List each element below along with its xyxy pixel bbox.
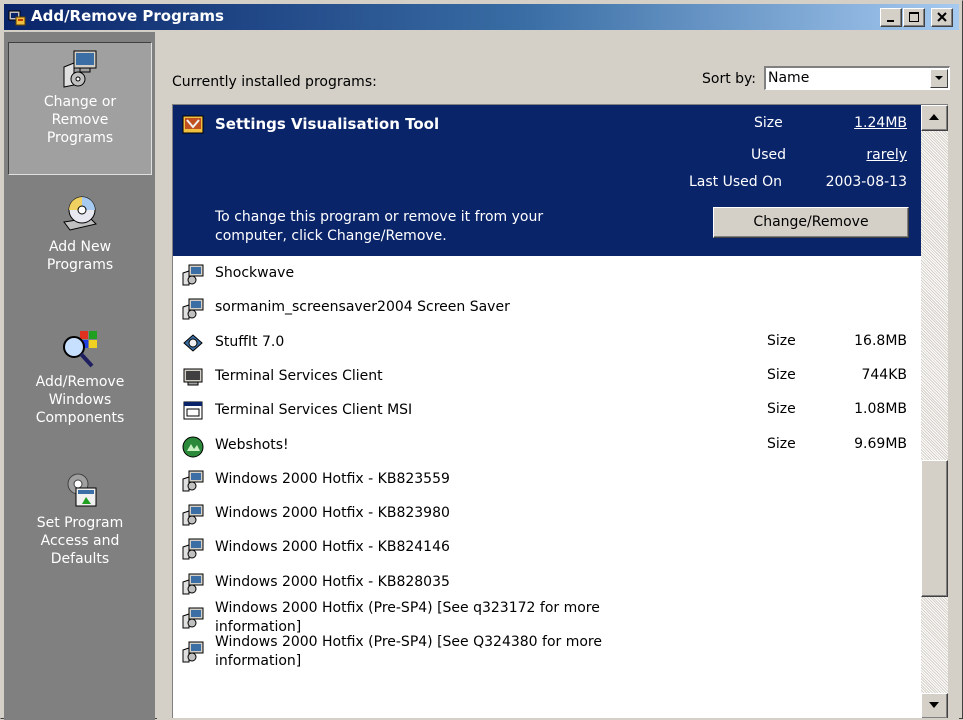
close-icon bbox=[937, 12, 947, 22]
settings-tool-icon bbox=[182, 115, 204, 139]
terminal-client-icon bbox=[182, 367, 204, 391]
vertical-scrollbar[interactable] bbox=[921, 105, 948, 718]
program-size-label: Size bbox=[767, 401, 796, 418]
program-size: 16.8MB bbox=[854, 332, 907, 349]
scrollbar-thumb[interactable] bbox=[921, 460, 948, 597]
window-icon bbox=[182, 401, 204, 425]
size-value-link[interactable]: 1.24MB bbox=[854, 115, 907, 131]
program-row[interactable]: sormanim_screensaver2004 Screen Saver bbox=[173, 290, 921, 324]
selected-program-name: Settings Visualisation Tool bbox=[215, 115, 440, 133]
change-remove-button[interactable]: Change/Remove bbox=[713, 207, 909, 238]
program-size: 744KB bbox=[861, 366, 907, 383]
program-row[interactable]: StuffIt 7.0 Size 16.8MB bbox=[173, 325, 921, 359]
sidebar-item-label: Set Program Access and Defaults bbox=[36, 515, 124, 567]
program-name: Terminal Services Client bbox=[215, 367, 383, 384]
windows-components-icon bbox=[63, 331, 97, 368]
change-remove-programs-icon bbox=[63, 50, 97, 88]
installer-icon bbox=[182, 573, 204, 599]
program-size-label: Size bbox=[767, 366, 796, 383]
installer-icon bbox=[182, 641, 204, 667]
program-size: 9.69MB bbox=[854, 435, 907, 452]
change-remove-description: To change this program or remove it from… bbox=[215, 209, 544, 244]
chevron-down-icon bbox=[935, 76, 943, 80]
program-name: sormanim_screensaver2004 Screen Saver bbox=[215, 299, 510, 316]
installer-icon bbox=[182, 538, 204, 564]
program-row[interactable]: Windows 2000 Hotfix - KB823980 bbox=[173, 496, 921, 530]
selected-program-row[interactable]: Settings Visualisation Tool Size 1.24MB … bbox=[173, 105, 921, 256]
sidebar-item-change-remove[interactable]: Change or Remove Programs bbox=[8, 42, 152, 175]
sidebar: Change or Remove Programs Add New Progra… bbox=[4, 32, 155, 720]
add-remove-programs-window: Add/Remove Programs Change or Remove Pro… bbox=[0, 0, 963, 720]
program-row[interactable]: Terminal Services Client MSI Size 1.08MB bbox=[173, 393, 921, 427]
program-row[interactable]: Windows 2000 Hotfix - KB824146 bbox=[173, 530, 921, 564]
maximize-icon bbox=[909, 12, 919, 22]
program-row[interactable]: Windows 2000 Hotfix (Pre-SP4) [See q3231… bbox=[173, 599, 921, 635]
used-value-link[interactable]: rarely bbox=[866, 147, 907, 163]
program-name: Windows 2000 Hotfix (Pre-SP4) [See Q3243… bbox=[215, 634, 602, 670]
program-defaults-icon bbox=[67, 473, 97, 507]
installer-icon bbox=[182, 298, 204, 324]
program-name: Windows 2000 Hotfix - KB823980 bbox=[215, 505, 450, 522]
stuffit-icon bbox=[182, 333, 204, 357]
program-name: Windows 2000 Hotfix - KB828035 bbox=[215, 573, 450, 590]
program-row[interactable]: Windows 2000 Hotfix (Pre-SP4) [See Q3243… bbox=[173, 633, 921, 669]
program-name: Shockwave bbox=[215, 265, 295, 281]
last-used-label: Last Used On bbox=[689, 174, 782, 190]
program-name: Terminal Services Client MSI bbox=[215, 402, 413, 419]
program-size: 1.08MB bbox=[854, 401, 907, 418]
title-bar[interactable]: Add/Remove Programs bbox=[4, 4, 959, 30]
sidebar-item-windows-components[interactable]: Add/Remove Windows Components bbox=[8, 329, 152, 427]
installer-icon bbox=[182, 470, 204, 496]
program-row[interactable]: Webshots! Size 9.69MB bbox=[173, 428, 921, 462]
installer-icon bbox=[182, 504, 204, 530]
window-title: Add/Remove Programs bbox=[31, 7, 224, 25]
sort-by-select[interactable]: Name bbox=[764, 66, 950, 90]
maximize-button[interactable] bbox=[903, 8, 925, 27]
webshots-icon bbox=[182, 436, 204, 462]
cd-install-icon bbox=[63, 196, 97, 231]
sidebar-item-program-defaults[interactable]: Set Program Access and Defaults bbox=[8, 470, 152, 568]
last-used-value: 2003-08-13 bbox=[825, 174, 907, 190]
program-name: StuffIt 7.0 bbox=[215, 333, 285, 350]
main-panel: Currently installed programs: Sort by: N… bbox=[157, 32, 959, 720]
program-name: Windows 2000 Hotfix (Pre-SP4) [See q3231… bbox=[215, 600, 600, 635]
scroll-up-arrow-icon bbox=[929, 114, 939, 120]
program-row[interactable]: Windows 2000 Hotfix - KB828035 bbox=[173, 565, 921, 599]
program-name: Windows 2000 Hotfix - KB823559 bbox=[215, 470, 450, 487]
sidebar-item-label: Add/Remove Windows Components bbox=[35, 374, 125, 426]
add-remove-programs-icon bbox=[8, 8, 26, 26]
installer-icon bbox=[182, 264, 204, 290]
currently-installed-label: Currently installed programs: bbox=[172, 74, 377, 90]
scroll-down-button[interactable] bbox=[921, 693, 948, 718]
program-name: Webshots! bbox=[215, 436, 289, 453]
program-name: Windows 2000 Hotfix - KB824146 bbox=[215, 539, 450, 556]
program-size-label: Size bbox=[767, 332, 796, 349]
used-label: Used bbox=[751, 147, 787, 163]
program-size-label: Size bbox=[767, 435, 796, 452]
minimize-button[interactable] bbox=[880, 8, 902, 27]
program-row[interactable]: Terminal Services Client Size 744KB bbox=[173, 359, 921, 393]
sort-by-label: Sort by: bbox=[702, 71, 757, 87]
scroll-down-arrow-icon bbox=[929, 702, 939, 708]
sidebar-item-add-new[interactable]: Add New Programs bbox=[8, 194, 152, 274]
minimize-icon bbox=[887, 20, 894, 22]
close-button[interactable] bbox=[931, 8, 953, 27]
sidebar-item-label: Change or Remove Programs bbox=[43, 94, 117, 146]
sidebar-item-label: Add New Programs bbox=[46, 239, 114, 273]
program-row[interactable]: Windows 2000 Hotfix - KB823559 bbox=[173, 462, 921, 496]
installer-icon bbox=[182, 607, 204, 633]
sort-by-value: Name bbox=[768, 70, 810, 86]
sort-dropdown-button[interactable] bbox=[930, 69, 948, 88]
program-row[interactable]: Shockwave bbox=[173, 256, 921, 290]
installed-programs-list[interactable]: Settings Visualisation Tool Size 1.24MB … bbox=[172, 104, 948, 718]
scroll-up-button[interactable] bbox=[921, 105, 948, 131]
size-label: Size bbox=[754, 115, 783, 131]
